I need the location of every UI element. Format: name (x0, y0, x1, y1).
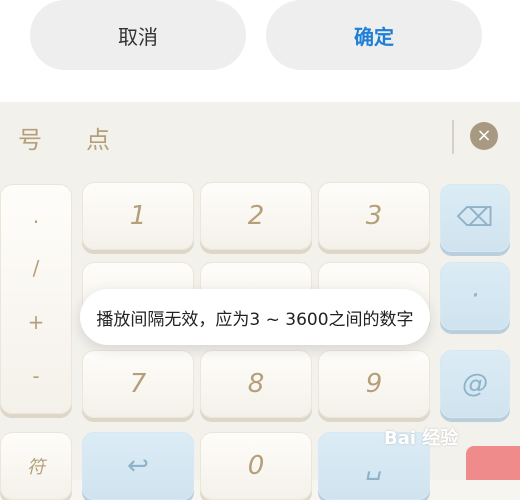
key-9[interactable]: 9 (318, 350, 430, 418)
left-symbol-dot[interactable]: . (0, 204, 72, 228)
cancel-button[interactable]: 取消 (30, 0, 246, 70)
top-separator (452, 120, 454, 154)
confirm-button[interactable]: 确定 (266, 0, 482, 70)
symbols-key[interactable]: 符 (0, 432, 72, 500)
symbol-hao[interactable]: 号 (18, 120, 42, 155)
left-symbol-plus[interactable]: + (0, 310, 72, 334)
at-key[interactable]: @ (440, 350, 510, 418)
baidu-watermark: Bai 经验 (384, 428, 459, 449)
backspace-key[interactable]: ⌫ (440, 184, 510, 252)
key-1[interactable]: 1 (82, 182, 194, 250)
left-symbol-slash[interactable]: / (0, 256, 72, 280)
key-2[interactable]: 2 (200, 182, 312, 250)
key-8[interactable]: 8 (200, 350, 312, 418)
symbol-dian[interactable]: 点 (86, 120, 110, 155)
key-3[interactable]: 3 (318, 182, 430, 250)
dot-key[interactable]: · (440, 262, 510, 330)
left-symbol-minus[interactable]: - (0, 364, 72, 388)
error-toast: 播放间隔无效，应为3 ~ 3600之间的数字 (80, 289, 430, 345)
left-symbol-column[interactable]: . / + - (0, 184, 72, 414)
key-7[interactable]: 7 (82, 350, 194, 418)
keyboard-top-bar: 号 点 × (0, 102, 520, 172)
dialog-actions: 取消 确定 (0, 0, 520, 102)
clear-icon[interactable]: × (470, 122, 498, 150)
key-0[interactable]: 0 (200, 432, 312, 500)
return-key[interactable]: ↩ (82, 432, 194, 500)
